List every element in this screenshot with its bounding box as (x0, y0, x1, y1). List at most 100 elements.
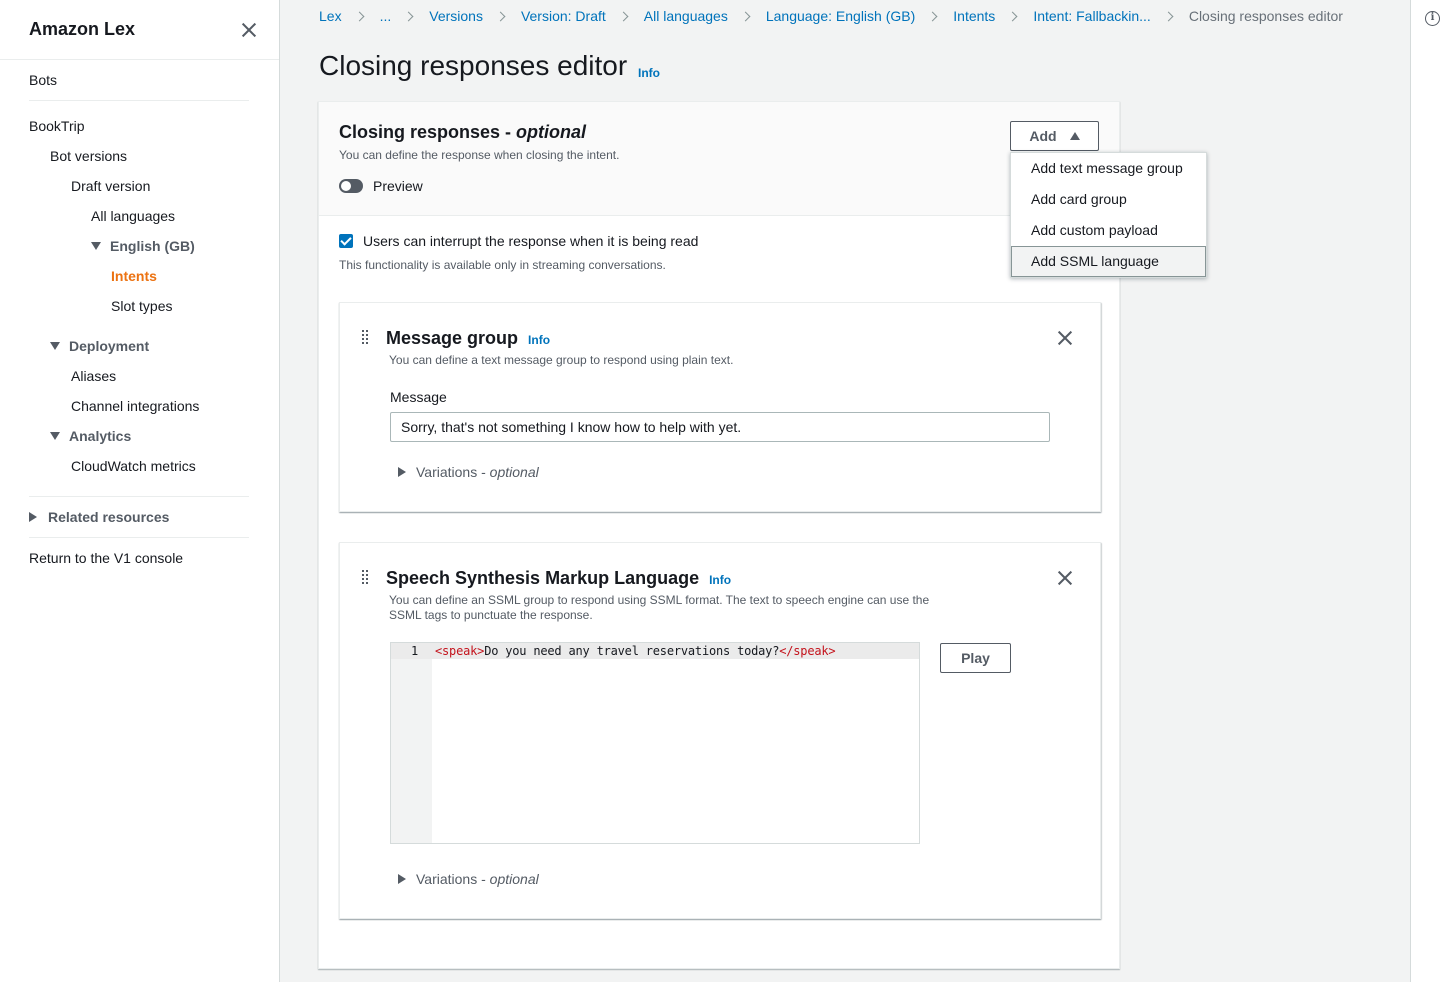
sidebar-item-cloudwatch-metrics[interactable]: CloudWatch metrics (71, 458, 196, 474)
drag-handle-icon[interactable] (362, 330, 370, 344)
closing-title-text: Closing responses - (339, 122, 517, 142)
menu-item-add-card-group[interactable]: Add card group (1011, 184, 1206, 215)
caret-up-icon (1069, 132, 1080, 140)
caret-down-icon (50, 342, 60, 351)
help-panel-rail: i (1410, 0, 1451, 982)
preview-toggle[interactable] (339, 179, 363, 193)
message-group-title-text: Message group (386, 328, 519, 348)
sidebar-item-bots[interactable]: Bots (29, 72, 57, 88)
breadcrumb-link[interactable]: Language: English (GB) (766, 8, 915, 24)
play-button[interactable]: Play (940, 643, 1011, 673)
caret-down-icon (50, 432, 60, 441)
preview-label: Preview (373, 178, 423, 194)
speak-open-tag: <speak> (435, 644, 485, 658)
ssml-description: You can define an SSML group to respond … (389, 593, 930, 622)
variations-label: Variations - (416, 464, 490, 480)
breadcrumb-link[interactable]: All languages (644, 8, 728, 24)
sidebar-item-slot-types[interactable]: Slot types (111, 298, 172, 314)
add-button-label: Add (1029, 128, 1057, 144)
sidebar-item-bot-versions[interactable]: Bot versions (50, 148, 127, 164)
breadcrumb-current: Closing responses editor (1188, 8, 1343, 24)
caret-right-icon (398, 467, 406, 478)
chevron-right-icon (354, 11, 365, 21)
sidebar-item-label: Related resources (48, 509, 170, 525)
add-dropdown-menu: Add text message group Add card group Ad… (1010, 152, 1207, 278)
chevron-right-icon (740, 11, 751, 21)
add-button[interactable]: Add (1010, 121, 1099, 151)
page-title: Closing responses editor (319, 50, 628, 81)
sidebar-item-label: Deployment (69, 338, 150, 354)
menu-item-add-custom-payload[interactable]: Add custom payload (1011, 215, 1206, 246)
sidebar-title: Amazon Lex (29, 19, 136, 39)
optional-label: optional (489, 464, 539, 480)
closing-responses-description: You can define the response when closing… (339, 148, 620, 162)
close-icon[interactable] (1057, 330, 1073, 346)
sidebar-item-deployment[interactable]: Deployment (50, 338, 149, 354)
close-icon[interactable] (241, 22, 257, 38)
message-group-info-link[interactable]: Info (528, 333, 550, 347)
closing-responses-container: Closing responses - optional You can def… (318, 101, 1120, 969)
caret-right-icon (29, 512, 37, 523)
editor-gutter (391, 643, 432, 843)
chevron-right-icon (1007, 11, 1018, 21)
sidebar-item-channel-integrations[interactable]: Channel integrations (71, 398, 199, 414)
breadcrumb-link[interactable]: Versions (429, 8, 483, 24)
sidebar-item-label: English (GB) (110, 238, 195, 254)
menu-item-add-ssml-language[interactable]: Add SSML language (1011, 246, 1206, 277)
sidebar: Amazon Lex Bots BookTrip Bot versions Dr… (0, 0, 280, 982)
sidebar-item-all-languages[interactable]: All languages (91, 208, 175, 224)
sidebar-item-analytics[interactable]: Analytics (50, 428, 131, 444)
ssml-code-editor[interactable]: 1 <speak>Do you need any travel reservat… (390, 642, 920, 844)
variations-label: Variations - (416, 871, 490, 887)
interrupt-label: Users can interrupt the response when it… (363, 233, 699, 249)
sidebar-divider (29, 496, 249, 497)
breadcrumb: Lex ... Versions Version: Draft All lang… (319, 8, 1343, 24)
sidebar-item-intents[interactable]: Intents (111, 268, 157, 284)
sidebar-header: Amazon Lex (0, 0, 279, 60)
chevron-right-icon (495, 11, 506, 21)
code-line: <speak>Do you need any travel reservatio… (435, 644, 836, 658)
close-icon[interactable] (1057, 570, 1073, 586)
breadcrumb-link[interactable]: Intents (953, 8, 995, 24)
sidebar-item-aliases[interactable]: Aliases (71, 368, 116, 384)
caret-down-icon (91, 242, 101, 251)
sidebar-item-draft-version[interactable]: Draft version (71, 178, 150, 194)
variations-expander[interactable]: Variations - optional (398, 871, 539, 887)
ssml-title-text: Speech Synthesis Markup Language (386, 568, 700, 588)
sidebar-item-english-gb[interactable]: English (GB) (91, 238, 195, 254)
breadcrumb-link[interactable]: Lex (319, 8, 342, 24)
chevron-right-icon (618, 11, 629, 21)
code-text: Do you need any travel reservations toda… (484, 644, 780, 658)
interrupt-checkbox[interactable] (339, 234, 353, 248)
closing-responses-title: Closing responses - optional (339, 122, 586, 143)
sidebar-item-return-v1[interactable]: Return to the V1 console (29, 550, 183, 566)
caret-right-icon (398, 874, 406, 885)
ssml-card: Speech Synthesis Markup Language Info You… (339, 542, 1101, 919)
sidebar-item-booktrip[interactable]: BookTrip (29, 118, 85, 134)
sidebar-divider (29, 100, 249, 101)
message-group-title: Message group Info (386, 328, 550, 349)
drag-handle-icon[interactable] (362, 570, 370, 584)
chevron-right-icon (1163, 11, 1174, 21)
message-label: Message (390, 389, 447, 405)
breadcrumb-link[interactable]: Intent: Fallbackin... (1033, 8, 1151, 24)
closing-responses-header: Closing responses - optional You can def… (319, 102, 1119, 216)
speak-close-tag: </speak> (779, 644, 836, 658)
page-info-link[interactable]: Info (638, 66, 660, 80)
menu-item-add-text-message-group[interactable]: Add text message group (1011, 153, 1206, 184)
line-number: 1 (411, 644, 419, 658)
variations-expander[interactable]: Variations - optional (398, 464, 539, 480)
message-group-card: Message group Info You can define a text … (339, 302, 1101, 512)
optional-label: optional (516, 122, 587, 142)
sidebar-divider (29, 537, 249, 538)
optional-label: optional (489, 871, 539, 887)
breadcrumb-link[interactable]: Version: Draft (521, 8, 606, 24)
chevron-right-icon (927, 11, 938, 21)
sidebar-item-label: Analytics (69, 428, 132, 444)
chevron-right-icon (403, 11, 414, 21)
message-input[interactable] (390, 412, 1050, 442)
sidebar-item-related-resources[interactable]: Related resources (29, 509, 169, 525)
ssml-info-link[interactable]: Info (709, 573, 731, 587)
breadcrumb-link[interactable]: ... (380, 8, 392, 24)
info-icon[interactable]: i (1425, 11, 1440, 26)
